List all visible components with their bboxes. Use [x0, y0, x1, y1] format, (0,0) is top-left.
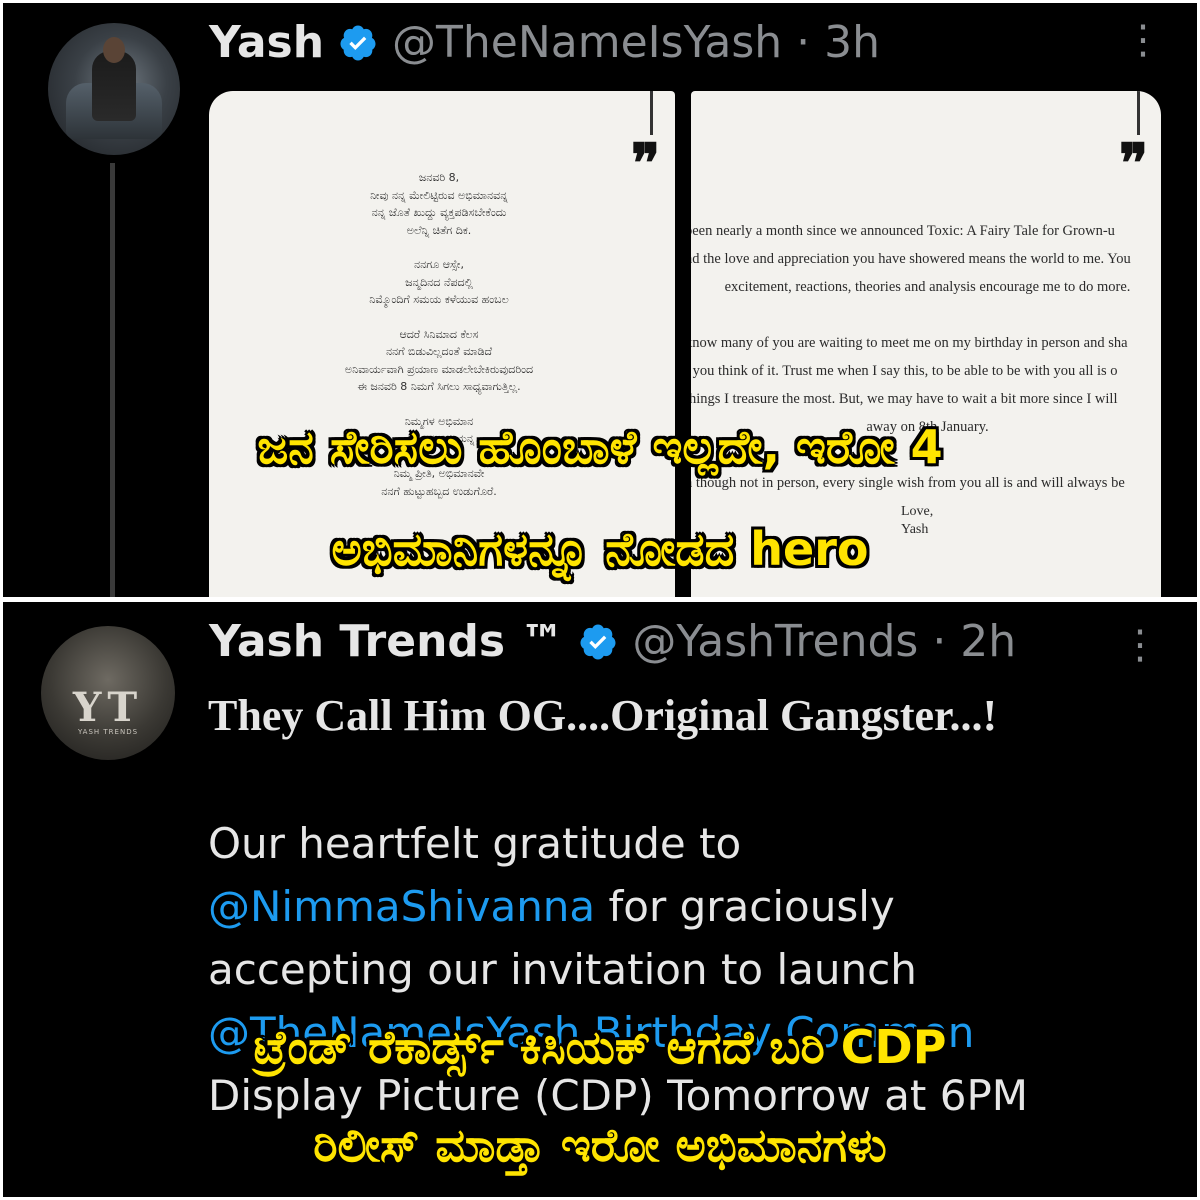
display-name[interactable]: Yash Trends ™	[209, 616, 564, 667]
tweet-yash-panel: Yash @TheNameIsYash · 3h ⋮ ❞ ಜನವರಿ 8, ನೀ…	[3, 3, 1197, 597]
handle-and-time[interactable]: @YashTrends · 2h	[632, 616, 1016, 667]
more-options-icon[interactable]: ⋮	[1120, 625, 1160, 665]
avatar-yashtrends[interactable]: YT YASH TRENDS	[41, 626, 175, 760]
avatar-yash[interactable]	[48, 23, 180, 155]
caption-bottom-line2: ರಿಲೀಸ್ ಮಾಡ್ತಾ ಇರೋ ಅಭಿಮಾನಗಳು	[313, 1118, 887, 1172]
tweet-header: Yash @TheNameIsYash · 3h	[209, 17, 880, 68]
caption-top-line1: ಜನ ಸೇರಿಸಲು ಹೊಂಬಾಳೆ ಇಲ್ಲದೇ, ಇರೋ 4	[257, 420, 943, 474]
handle-and-time[interactable]: @TheNameIsYash · 3h	[392, 17, 880, 68]
quote-icon: ❞	[631, 131, 661, 195]
verified-badge-icon	[340, 25, 376, 60]
tweet-title: They Call Him OG....Original Gangster...…	[208, 691, 998, 740]
avatar-logo-text: YT	[72, 684, 144, 731]
caption-bottom-line1: ಟ್ರೆಂಡ್ ರೆಕಾರ್ಡ್ಸ್ ಕಿಸಿಯಕ್ ಆಗದೆ ಬರಿ CDP	[253, 1020, 947, 1074]
quote-line	[650, 91, 653, 135]
tweet-line: accepting our invitation to launch	[208, 945, 917, 994]
tweet-body: Our heartfelt gratitude to @NimmaShivann…	[208, 812, 1188, 1127]
verified-badge-icon	[580, 624, 616, 659]
head-shape	[103, 37, 125, 63]
more-options-icon[interactable]: ⋮	[1123, 20, 1163, 60]
tweet-yashtrends-panel: YT YASH TRENDS Yash Trends ™ @YashTrends…	[3, 602, 1197, 1197]
tweet-line: @NimmaShivanna for graciously	[208, 882, 895, 931]
tweet-header: Yash Trends ™ @YashTrends · 2h	[209, 616, 1016, 667]
quote-icon: ❞	[1119, 131, 1149, 195]
english-letter-text: been nearly a month since we announced T…	[691, 223, 1131, 491]
mention-link[interactable]: @NimmaShivanna	[208, 882, 595, 931]
avatar-logo-subtext: YASH TRENDS	[77, 728, 139, 736]
quote-line	[1137, 91, 1140, 135]
tweet-line: Our heartfelt gratitude to	[208, 819, 742, 868]
caption-top-line2: ಅಭಿಮಾನಿಗಳನ್ನೂ ನೋಡದ hero	[331, 522, 869, 576]
display-name[interactable]: Yash	[209, 17, 324, 68]
